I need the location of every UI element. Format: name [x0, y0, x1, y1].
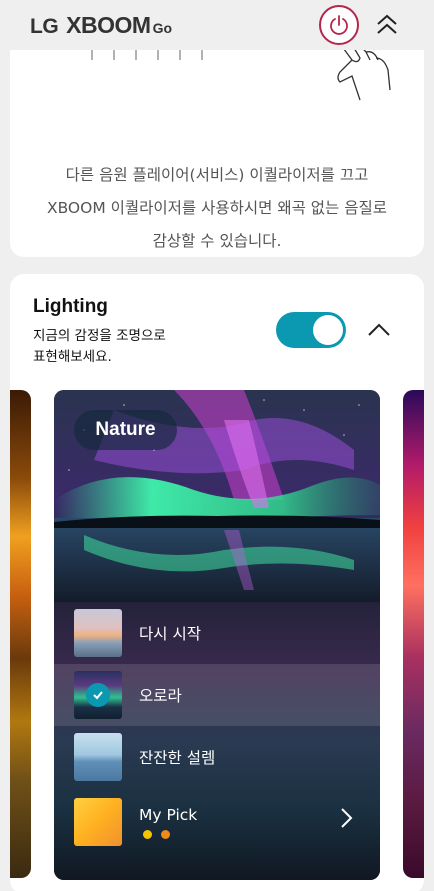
eq-description-line: 감상할 수 있습니다. — [152, 232, 282, 250]
theme-name-pill: Nature — [74, 410, 177, 450]
logo-lg: LG — [30, 15, 59, 38]
list-item-my-pick[interactable]: My Pick — [54, 788, 380, 868]
eq-description-line: 다른 음원 플레이어(서비스) 이퀄라이저를 끄고 — [65, 166, 369, 184]
list-item-label: 잔잔한 설렘 — [139, 749, 216, 767]
chevron-up-icon[interactable] — [365, 316, 393, 344]
app-logo: LG XBOOM Go — [30, 12, 172, 39]
list-item-aurora[interactable]: 오로라 — [54, 664, 380, 726]
lighting-subtitle-line: 표현해보세요. — [33, 349, 112, 365]
list-item-label: 오로라 — [139, 687, 182, 705]
list-item-restart[interactable]: 다시 시작 — [54, 602, 380, 664]
logo-go: Go — [152, 20, 173, 36]
lighting-subtitle: 지금의 감정을 조명으로 표현해보세요. — [33, 326, 213, 368]
color-dot-yellow — [143, 830, 152, 839]
eq-description: 다른 음원 플레이어(서비스) 이퀄라이저를 끄고 XBOOM 이퀄라이저를 사… — [10, 159, 424, 257]
eq-description-line: XBOOM 이퀄라이저를 사용하시면 왜곡 없는 음질로 — [46, 199, 388, 217]
logo-xboom: XBOOM — [66, 12, 151, 38]
check-icon — [86, 683, 110, 707]
list-item-label: 다시 시작 — [139, 625, 201, 643]
prev-theme-card[interactable] — [10, 390, 31, 878]
color-dots — [143, 830, 170, 839]
app-header: LG XBOOM Go — [0, 0, 434, 50]
thumbnail-aurora — [74, 671, 122, 719]
lighting-toggle[interactable] — [276, 312, 346, 348]
lighting-card: Lighting 지금의 감정을 조명으로 표현해보세요. Nature 다시 … — [10, 274, 424, 891]
theme-card-nature: Nature 다시 시작 오로라 잔잔한 설렘 My Pick — [54, 390, 380, 880]
power-icon — [330, 15, 348, 35]
thumbnail-restart — [74, 609, 122, 657]
chevron-right-icon[interactable] — [336, 806, 356, 830]
thumbnail-calm-flutter — [74, 733, 122, 781]
thumbnail-my-pick — [74, 798, 122, 846]
list-item-calm-flutter[interactable]: 잔잔한 설렘 — [54, 726, 380, 788]
double-chevron-up-icon[interactable] — [372, 10, 402, 40]
toggle-knob — [313, 315, 343, 345]
list-item-label: My Pick — [139, 806, 198, 824]
lighting-title: Lighting — [33, 296, 108, 317]
lighting-subtitle-line: 지금의 감정을 조명으로 — [33, 328, 166, 344]
color-dot-orange — [161, 830, 170, 839]
power-button[interactable] — [319, 5, 359, 45]
next-theme-card[interactable] — [403, 390, 424, 878]
theme-list: 다시 시작 오로라 잔잔한 설렘 My Pick — [54, 602, 380, 880]
